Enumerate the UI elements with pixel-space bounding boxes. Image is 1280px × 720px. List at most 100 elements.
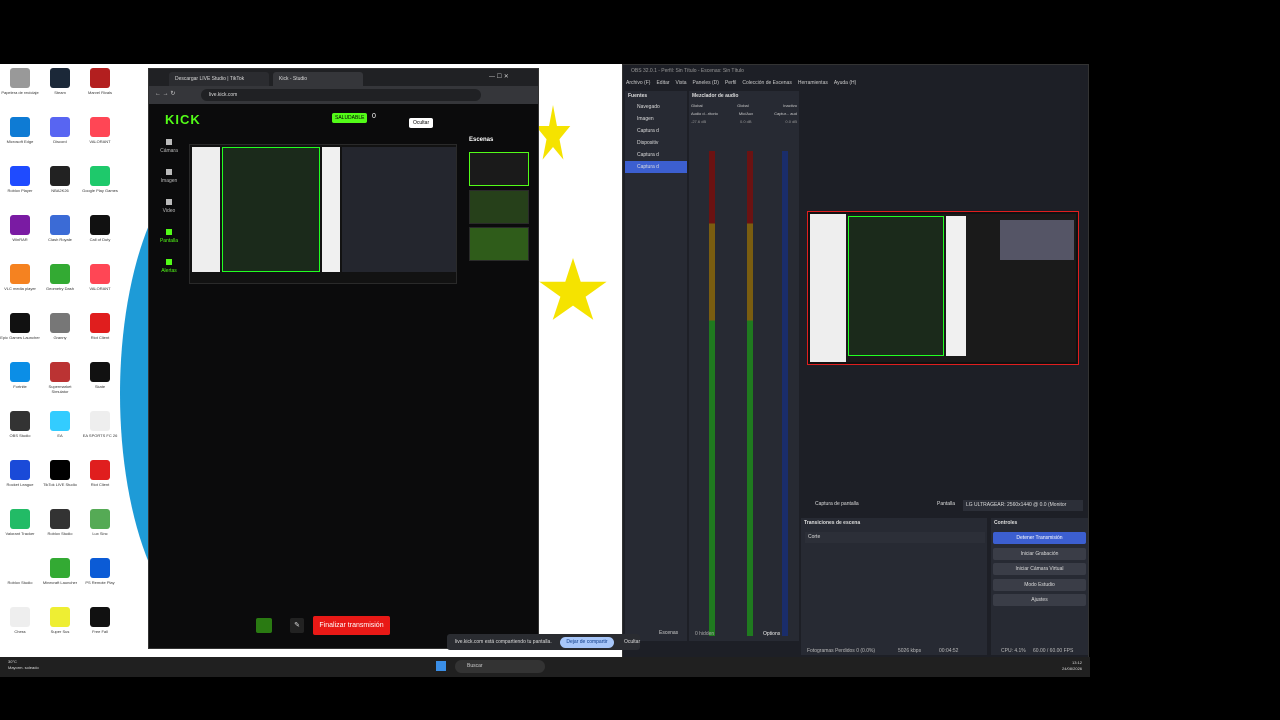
- tab-kick[interactable]: Kick - Studio: [273, 72, 363, 86]
- app-icon: [90, 215, 110, 235]
- source-item[interactable]: Captura d: [625, 161, 687, 173]
- desktop-icon[interactable]: Geometry Dash: [40, 264, 80, 291]
- desktop-icon[interactable]: Call of Duty: [80, 215, 120, 242]
- scene-thumbnail[interactable]: [469, 227, 529, 261]
- address-bar: ← → ↻ live.kick.com: [149, 86, 538, 104]
- sidebar-item-video[interactable]: Video: [154, 199, 184, 214]
- desktop-icon[interactable]: Skate: [80, 362, 120, 389]
- virtual-camera-button[interactable]: Iniciar Cámara Virtual: [993, 563, 1086, 575]
- desktop-icon[interactable]: VLC media player: [0, 264, 40, 291]
- mic-button[interactable]: [256, 618, 272, 633]
- stop-sharing-button[interactable]: Dejar de compartir: [560, 637, 614, 648]
- desktop-icon[interactable]: Granny: [40, 313, 80, 340]
- start-recording-button[interactable]: Iniciar Grabación: [993, 548, 1086, 560]
- desktop-icon[interactable]: Google Play Games: [80, 166, 120, 193]
- tab-scenes[interactable]: Escenas: [659, 630, 678, 636]
- edit-icon[interactable]: ✎: [290, 618, 304, 633]
- app-icon: [90, 411, 110, 431]
- taskbar-search[interactable]: Buscar: [455, 660, 545, 673]
- desktop-icon[interactable]: OBS Studio: [0, 411, 40, 438]
- menu-item[interactable]: Archivo (F): [626, 80, 650, 86]
- desktop-icon[interactable]: Epic Games Launcher: [0, 313, 40, 340]
- url-input[interactable]: live.kick.com: [201, 89, 481, 101]
- settings-button[interactable]: Ajustes: [993, 594, 1086, 606]
- menu-item[interactable]: Colección de Escenas: [742, 80, 791, 86]
- sidebar-item-screen[interactable]: Pantalla: [154, 229, 184, 244]
- app-icon: [10, 411, 30, 431]
- desktop-icon[interactable]: PS Remote Play: [80, 558, 120, 585]
- desktop-icon[interactable]: Roblox Player: [0, 166, 40, 193]
- desktop-icon[interactable]: Steam: [40, 68, 80, 95]
- menu-item[interactable]: Paneles (D): [693, 80, 719, 86]
- desktop-icon[interactable]: Rocket League: [0, 460, 40, 487]
- sidebar-item-alerts[interactable]: Alertas: [154, 259, 184, 274]
- desktop-icon[interactable]: Fortnite: [0, 362, 40, 389]
- sidebar-item-camera[interactable]: Cámara: [154, 139, 184, 154]
- desktop-icon[interactable]: Riot Client: [80, 460, 120, 487]
- hide-share-button[interactable]: Ocultar: [624, 639, 640, 645]
- desktop-icon[interactable]: Valorant Tracker: [0, 509, 40, 536]
- source-item[interactable]: Navegado: [625, 101, 687, 113]
- desktop-icon[interactable]: TikTok LIVE Studio: [40, 460, 80, 487]
- menu-item[interactable]: Herramientas: [798, 80, 828, 86]
- app-icon: [50, 607, 70, 627]
- preview-canvas[interactable]: [807, 211, 1079, 365]
- desktop-icon[interactable]: Supermarket Simulator: [40, 362, 80, 394]
- transition-select[interactable]: Corte: [805, 532, 985, 543]
- desktop-icon[interactable]: WinRAR: [0, 215, 40, 242]
- app-icon: [50, 166, 70, 186]
- app-icon: [10, 558, 30, 578]
- source-item[interactable]: Imagen: [625, 113, 687, 125]
- scene-thumbnail[interactable]: [469, 152, 529, 186]
- cpu-usage: CPU: 4.1%: [1001, 648, 1026, 654]
- app-icon: [10, 264, 30, 284]
- desktop-icon[interactable]: Minecraft Launcher: [40, 558, 80, 585]
- stop-stream-button[interactable]: Detener Transmisión: [993, 532, 1086, 544]
- camera-icon: [166, 139, 172, 145]
- desktop-icon[interactable]: Super Sus: [40, 607, 80, 634]
- desktop-icon[interactable]: EA: [40, 411, 80, 438]
- desktop-icon[interactable]: Lux Sinc: [80, 509, 120, 536]
- nav-buttons[interactable]: ← → ↻: [155, 90, 175, 97]
- menu-item[interactable]: Ayuda (H): [834, 80, 856, 86]
- desktop-icon[interactable]: Discord: [40, 117, 80, 144]
- desktop-icon[interactable]: Papelera de reciclaje: [0, 68, 40, 95]
- desktop-icon[interactable]: Free Fall: [80, 607, 120, 634]
- window-controls[interactable]: — ☐ ✕: [489, 73, 509, 80]
- menu-item[interactable]: Vista: [676, 80, 687, 86]
- desktop-icon[interactable]: Chess: [0, 607, 40, 634]
- scene-thumbnail[interactable]: [469, 190, 529, 224]
- desktop-icon[interactable]: Marvel Rivals: [80, 68, 120, 95]
- desktop-icon[interactable]: EA SPORTS FC 26: [80, 411, 120, 438]
- studio-mode-button[interactable]: Modo Estudio: [993, 579, 1086, 591]
- desktop-icon[interactable]: Roblox Studio: [0, 558, 40, 585]
- weather-widget[interactable]: 30°C Mayorm. soleado: [8, 659, 39, 671]
- sidebar-item-label: Cámara: [160, 148, 178, 154]
- monitor-select[interactable]: LG ULTRAGEAR: 2560x1440 @ 0.0 (Monitor: [963, 500, 1083, 511]
- desktop-icon[interactable]: Microsoft Edge: [0, 117, 40, 144]
- app-icon: [50, 68, 70, 88]
- windows-start-icon[interactable]: [436, 661, 446, 671]
- tab-tiktok[interactable]: Descargar LIVE Studio | TikTok: [169, 72, 269, 86]
- mixer-db: 0.0 dB: [739, 119, 752, 124]
- desktop-icon[interactable]: Riot Client: [80, 313, 120, 340]
- sidebar-item-image[interactable]: Imagen: [154, 169, 184, 184]
- end-stream-button[interactable]: Finalizar transmisión: [313, 616, 390, 635]
- desktop-icon[interactable]: VALORANT: [80, 264, 120, 291]
- taskbar-clock[interactable]: 13:12 24/08/2026: [1062, 660, 1082, 672]
- desktop-icon[interactable]: NBA2K26: [40, 166, 80, 193]
- stream-preview[interactable]: [189, 144, 457, 284]
- desktop-icon[interactable]: Roblox Studio: [40, 509, 80, 536]
- source-item[interactable]: Captura d: [625, 125, 687, 137]
- sources-panel: Fuentes Navegado Imagen Captura d Dispos…: [625, 91, 687, 641]
- source-item[interactable]: Captura d: [625, 149, 687, 161]
- desktop-icon[interactable]: VALORANT: [80, 117, 120, 144]
- app-icon: [50, 411, 70, 431]
- source-item[interactable]: Dispositiv: [625, 137, 687, 149]
- app-icon: [90, 117, 110, 137]
- options-button[interactable]: Options: [763, 631, 780, 637]
- weather-desc: Mayorm. soleado: [8, 665, 39, 670]
- menu-item[interactable]: Editar: [656, 80, 669, 86]
- menu-item[interactable]: Perfil: [725, 80, 736, 86]
- desktop-icon[interactable]: Clash Royale: [40, 215, 80, 242]
